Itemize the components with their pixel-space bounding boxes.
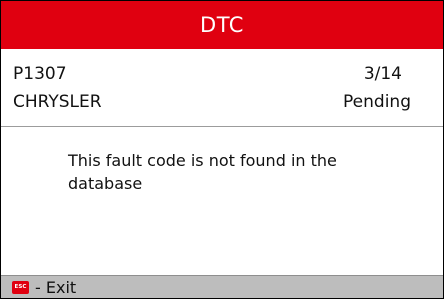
fault-message: This fault code is not found in the data… bbox=[68, 151, 337, 193]
title-bar: DTC bbox=[1, 1, 443, 49]
esc-key-icon-text: ESC bbox=[14, 284, 27, 290]
dtc-status: Pending bbox=[343, 92, 411, 112]
dtc-info-panel: P1307 3/14 CHRYSLER Pending bbox=[1, 49, 443, 127]
esc-key-icon[interactable]: ESC bbox=[12, 280, 29, 294]
dtc-code: P1307 bbox=[13, 64, 67, 84]
footer-bar: ESC - Exit bbox=[1, 275, 443, 298]
dtc-manufacturer-row: CHRYSLER Pending bbox=[13, 89, 411, 115]
exit-label: - Exit bbox=[35, 277, 77, 297]
dtc-code-row: P1307 3/14 bbox=[13, 61, 411, 87]
manufacturer-label: CHRYSLER bbox=[13, 92, 102, 112]
dtc-position-counter: 3/14 bbox=[363, 64, 402, 84]
dtc-screen: DTC P1307 3/14 CHRYSLER Pending This fau… bbox=[0, 0, 444, 299]
page-title: DTC bbox=[200, 13, 244, 37]
